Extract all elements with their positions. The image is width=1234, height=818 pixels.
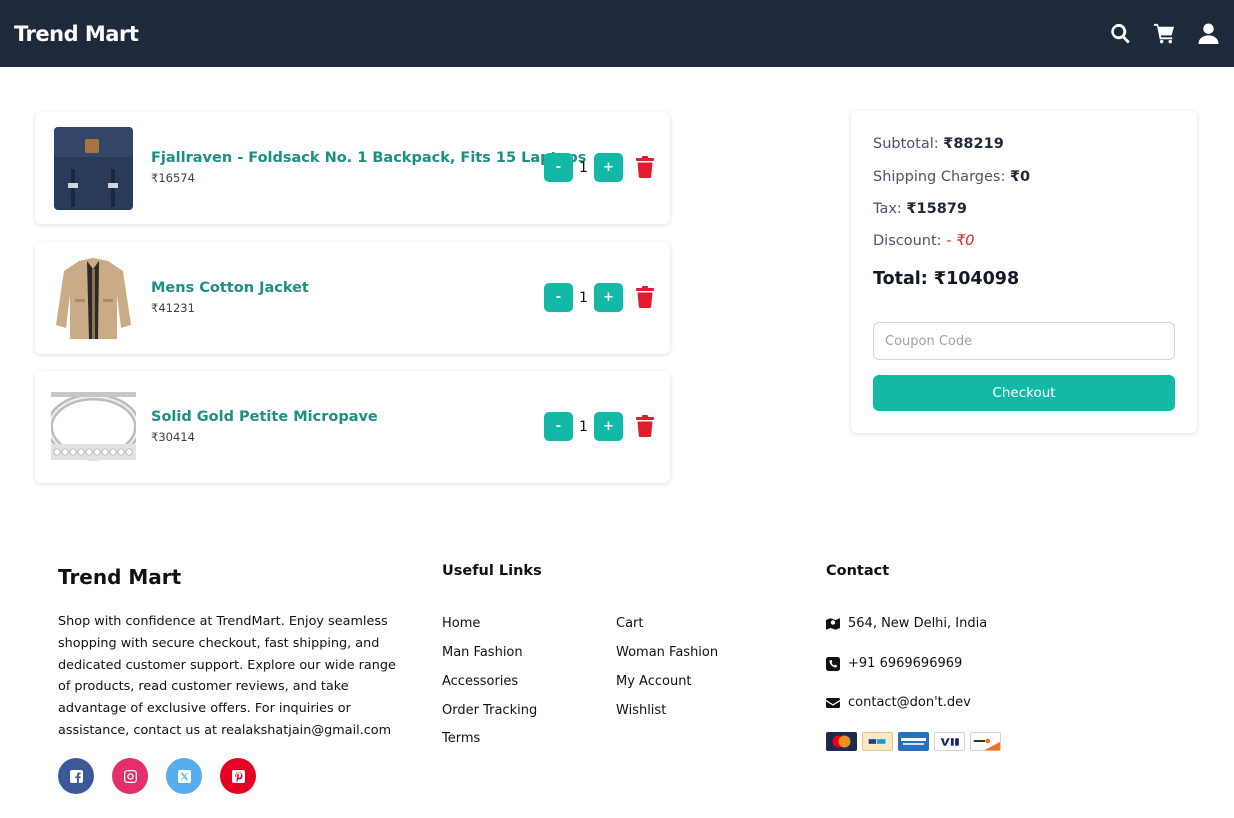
- footer-about-text: Shop with confidence at TrendMart. Enjoy…: [58, 614, 396, 738]
- quantity-stepper: - 1 +: [544, 412, 623, 441]
- shipping-label: Shipping Charges:: [873, 169, 1006, 185]
- visa-icon: [934, 732, 965, 751]
- quantity-stepper: - 1 +: [544, 283, 623, 312]
- footer-link-my-account[interactable]: My Account: [616, 674, 692, 689]
- order-summary: Subtotal: ₹88219 Shipping Charges: ₹0 Ta…: [851, 111, 1197, 433]
- phone-text: +91 6969696969: [848, 656, 963, 671]
- coupon-code-input[interactable]: [873, 322, 1175, 360]
- discount-label: Discount:: [873, 233, 942, 249]
- product-name[interactable]: Fjallraven - Foldsack No. 1 Backpack, Fi…: [151, 150, 586, 166]
- item-info: Fjallraven - Foldsack No. 1 Backpack, Fi…: [151, 150, 586, 185]
- footer-link-home[interactable]: Home: [442, 616, 480, 631]
- top-navbar: Trend Mart: [0, 0, 1234, 67]
- quantity-value: 1: [579, 289, 588, 306]
- discount-row: Discount: - ₹0: [873, 233, 974, 249]
- contact-address: 564, New Delhi, India: [826, 616, 987, 631]
- footer-link-order-tracking[interactable]: Order Tracking: [442, 703, 537, 718]
- footer-link-accessories[interactable]: Accessories: [442, 674, 518, 689]
- shipping-row: Shipping Charges: ₹0: [873, 169, 1030, 185]
- american-express-icon: [898, 732, 929, 751]
- footer-brand: Trend Mart: [58, 565, 182, 589]
- facebook-icon[interactable]: [58, 758, 94, 794]
- x-twitter-icon[interactable]: [166, 758, 202, 794]
- paypal-icon: [862, 732, 893, 751]
- contact-heading: Contact: [826, 563, 890, 579]
- product-image-backpack[interactable]: [51, 125, 136, 211]
- total-value: ₹104098: [933, 269, 1020, 289]
- delete-icon[interactable]: [636, 286, 654, 309]
- cart-item: Mens Cotton Jacket ₹41231 - 1 +: [35, 242, 670, 354]
- pinterest-icon[interactable]: [220, 758, 256, 794]
- address-text: 564, New Delhi, India: [848, 616, 988, 631]
- cart-item: Fjallraven - Foldsack No. 1 Backpack, Fi…: [35, 112, 670, 224]
- brand-logo[interactable]: Trend Mart: [14, 22, 139, 46]
- product-image-jacket[interactable]: [51, 255, 136, 341]
- email-text: contact@don't.dev: [848, 695, 971, 710]
- phone-icon: [826, 656, 840, 671]
- product-image-ring[interactable]: [51, 384, 136, 470]
- product-price: ₹16574: [151, 171, 195, 185]
- discover-icon: [970, 732, 1001, 751]
- quantity-stepper: - 1 +: [544, 153, 623, 182]
- increment-button[interactable]: +: [594, 283, 623, 312]
- product-name[interactable]: Mens Cotton Jacket: [151, 280, 309, 296]
- footer-link-woman-fashion[interactable]: Woman Fashion: [616, 645, 718, 660]
- tax-row: Tax: ₹15879: [873, 201, 967, 217]
- social-links: [58, 758, 256, 794]
- item-info: Mens Cotton Jacket ₹41231: [151, 280, 309, 315]
- item-info: Solid Gold Petite Micropave ₹30414: [151, 409, 378, 444]
- mastercard-icon: [826, 732, 857, 751]
- decrement-button[interactable]: -: [544, 412, 573, 441]
- user-icon[interactable]: [1196, 22, 1220, 46]
- tax-label: Tax:: [873, 201, 902, 217]
- shipping-value: ₹0: [1009, 169, 1031, 185]
- subtotal-label: Subtotal:: [873, 136, 939, 152]
- subtotal-row: Subtotal: ₹88219: [873, 136, 1004, 152]
- total-label: Total:: [873, 269, 928, 289]
- map-icon: [826, 617, 840, 630]
- checkout-button[interactable]: Checkout: [873, 375, 1175, 411]
- header-icons: [1108, 22, 1220, 46]
- contact-email: contact@don't.dev: [826, 695, 971, 710]
- increment-button[interactable]: +: [594, 412, 623, 441]
- contact-phone: +91 6969696969: [826, 656, 962, 671]
- total-row: Total: ₹104098: [873, 269, 1019, 289]
- product-price: ₹30414: [151, 430, 195, 444]
- cart-icon[interactable]: [1152, 22, 1176, 46]
- product-price: ₹41231: [151, 301, 195, 315]
- useful-links-heading: Useful Links: [442, 563, 542, 579]
- increment-button[interactable]: +: [594, 153, 623, 182]
- footer-link-man-fashion[interactable]: Man Fashion: [442, 645, 523, 660]
- subtotal-value: ₹88219: [943, 136, 1004, 152]
- delete-icon[interactable]: [636, 415, 654, 438]
- payment-methods: [826, 732, 1001, 751]
- cart-item: Solid Gold Petite Micropave ₹30414 - 1 +: [35, 371, 670, 483]
- instagram-icon[interactable]: [112, 758, 148, 794]
- decrement-button[interactable]: -: [544, 283, 573, 312]
- decrement-button[interactable]: -: [544, 153, 573, 182]
- footer-link-terms[interactable]: Terms: [442, 731, 480, 746]
- search-icon[interactable]: [1108, 22, 1132, 46]
- delete-icon[interactable]: [636, 156, 654, 179]
- envelope-icon: [826, 697, 840, 708]
- quantity-value: 1: [579, 418, 588, 435]
- product-name[interactable]: Solid Gold Petite Micropave: [151, 409, 378, 425]
- discount-value: - ₹0: [946, 233, 975, 249]
- footer-link-wishlist[interactable]: Wishlist: [616, 703, 666, 718]
- quantity-value: 1: [579, 159, 588, 176]
- tax-value: ₹15879: [906, 201, 967, 217]
- footer-link-cart[interactable]: Cart: [616, 616, 644, 631]
